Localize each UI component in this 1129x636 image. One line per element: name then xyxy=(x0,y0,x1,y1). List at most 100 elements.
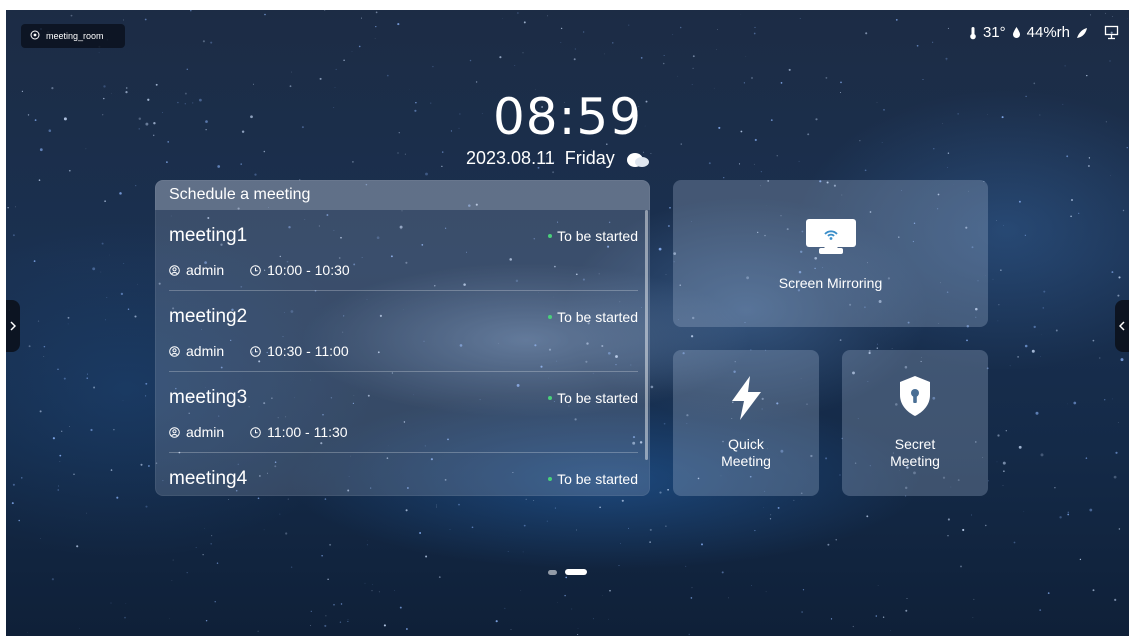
star-particle xyxy=(692,67,694,69)
star-particle xyxy=(1033,82,1036,85)
star-particle xyxy=(214,601,216,603)
meeting-item[interactable]: meeting2 To be started admin 10:30 - 11:00 xyxy=(155,291,650,372)
star-particle xyxy=(985,524,987,527)
left-drawer-tab[interactable] xyxy=(6,300,20,352)
star-particle xyxy=(966,339,968,342)
meeting-item[interactable]: meeting1 To be started admin 10:00 - 10:30 xyxy=(155,210,650,291)
screen-mirroring-tile[interactable]: Screen Mirroring xyxy=(673,180,988,327)
star-particle xyxy=(877,585,879,586)
star-particle xyxy=(123,263,125,264)
meeting-status: To be started xyxy=(548,390,638,406)
meeting-organizer: admin xyxy=(186,343,225,359)
star-particle xyxy=(93,386,96,389)
star-particle xyxy=(319,77,322,80)
star-particle xyxy=(1113,475,1117,479)
star-particle xyxy=(618,565,620,567)
star-particle xyxy=(186,68,189,71)
star-particle xyxy=(571,608,573,610)
star-particle xyxy=(517,12,519,14)
page-dot-1[interactable] xyxy=(548,569,557,575)
star-particle xyxy=(510,629,512,631)
star-particle xyxy=(7,207,9,209)
network-icon[interactable] xyxy=(1104,25,1119,40)
star-particle xyxy=(916,44,919,47)
star-particle xyxy=(216,562,219,564)
star-particle xyxy=(85,148,87,150)
star-particle xyxy=(721,571,724,574)
star-particle xyxy=(399,606,402,609)
star-particle xyxy=(1043,290,1046,293)
weekday-value: Friday xyxy=(564,148,615,168)
star-particle xyxy=(992,278,994,280)
star-particle xyxy=(825,77,828,79)
quick-meeting-tile[interactable]: Quick Meeting xyxy=(673,350,819,496)
meeting-name: meeting2 xyxy=(169,306,248,327)
star-particle xyxy=(1117,294,1120,297)
star-particle xyxy=(120,292,124,296)
star-particle xyxy=(147,465,150,467)
page-dot-2-active[interactable] xyxy=(565,569,587,575)
star-particle xyxy=(1002,461,1006,465)
star-particle xyxy=(1079,558,1082,561)
star-particle xyxy=(865,32,868,35)
star-particle xyxy=(471,526,474,529)
star-particle xyxy=(612,42,614,44)
clock-time: 08:59 xyxy=(492,88,643,146)
star-particle xyxy=(33,260,36,262)
chevron-left-icon xyxy=(1119,321,1125,331)
star-particle xyxy=(38,179,41,181)
star-particle xyxy=(205,619,208,622)
star-particle xyxy=(86,373,88,375)
star-particle xyxy=(40,537,41,539)
star-particle xyxy=(1066,155,1069,158)
star-particle xyxy=(649,528,652,531)
location-name: meeting_room xyxy=(46,31,104,41)
star-particle xyxy=(1067,403,1068,405)
star-particle xyxy=(1009,365,1011,367)
meeting-item[interactable]: meeting4 To be started xyxy=(155,453,650,496)
star-particle xyxy=(1089,14,1092,16)
star-particle xyxy=(285,532,288,535)
star-particle xyxy=(1003,225,1005,227)
star-particle xyxy=(947,152,950,154)
star-particle xyxy=(92,267,96,271)
star-particle xyxy=(145,505,148,508)
star-particle xyxy=(753,163,755,165)
star-particle xyxy=(449,529,451,531)
schedule-scrollbar[interactable] xyxy=(645,210,648,460)
star-particle xyxy=(495,620,498,623)
star-particle xyxy=(557,602,558,603)
secret-meeting-tile[interactable]: Secret Meeting xyxy=(842,350,988,496)
star-particle xyxy=(228,499,230,501)
star-particle xyxy=(475,81,478,83)
meeting-status-text: To be started xyxy=(557,228,638,244)
star-particle xyxy=(257,630,259,632)
right-drawer-tab[interactable] xyxy=(1115,300,1129,352)
location-chip[interactable]: meeting_room xyxy=(21,24,125,48)
lightning-icon xyxy=(728,375,764,424)
star-particle xyxy=(343,59,345,61)
star-particle xyxy=(1064,65,1066,67)
star-particle xyxy=(358,45,361,48)
star-particle xyxy=(560,42,562,44)
desktop-screen: meeting_room 31° 44%rh 08:59 2023.08.11 … xyxy=(6,10,1129,636)
star-particle xyxy=(895,19,898,21)
star-particle xyxy=(669,206,671,209)
star-particle xyxy=(145,382,148,385)
star-particle xyxy=(166,161,168,163)
star-particle xyxy=(335,68,337,70)
star-particle xyxy=(522,551,524,553)
meeting-item[interactable]: meeting3 To be started admin 11:00 - 11:30 xyxy=(155,372,650,453)
star-particle xyxy=(933,148,935,150)
star-particle xyxy=(765,591,767,593)
star-particle xyxy=(608,618,609,620)
star-particle xyxy=(469,59,472,62)
star-particle xyxy=(1000,269,1002,271)
star-particle xyxy=(169,618,170,620)
star-particle xyxy=(525,498,527,500)
star-particle xyxy=(996,220,997,221)
star-particle xyxy=(1117,422,1119,423)
star-particle xyxy=(1099,357,1101,359)
star-particle xyxy=(717,29,718,30)
star-particle xyxy=(906,598,908,599)
